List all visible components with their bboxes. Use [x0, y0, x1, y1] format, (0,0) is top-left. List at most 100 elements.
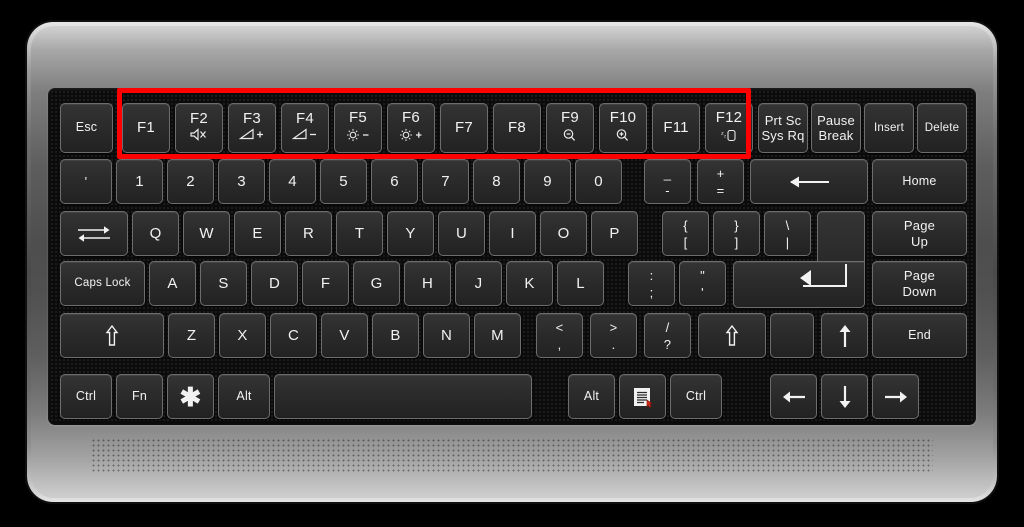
key-x[interactable]: X [219, 313, 266, 358]
key-h[interactable]: H [404, 261, 451, 306]
key-r[interactable]: R [285, 211, 332, 256]
key-1[interactable]: 1 [116, 159, 163, 204]
key-f5[interactable]: F5 [334, 103, 382, 153]
key-label-line1: Page [903, 218, 936, 234]
key-v[interactable]: V [321, 313, 368, 358]
key-fn[interactable]: Fn [116, 374, 163, 419]
key-f4[interactable]: F4 [281, 103, 329, 153]
key-shift-right[interactable] [698, 313, 766, 358]
star-key-icon[interactable]: ✱ [167, 374, 214, 419]
key-f1[interactable]: F1 [122, 103, 170, 153]
tab-icon [74, 223, 114, 245]
key-4[interactable]: 4 [269, 159, 316, 204]
key-f6[interactable]: F6 [387, 103, 435, 153]
key-k[interactable]: K [506, 261, 553, 306]
key-y[interactable]: Y [387, 211, 434, 256]
key-tab[interactable] [60, 211, 128, 256]
key-u[interactable]: U [438, 211, 485, 256]
key-context-menu[interactable] [619, 374, 666, 419]
key-e[interactable]: E [234, 211, 281, 256]
key-quote[interactable]: " ' [679, 261, 726, 306]
key-page-up[interactable]: Page Up [872, 211, 967, 256]
key-alt-left[interactable]: Alt [218, 374, 270, 419]
key-label: 0 [594, 172, 603, 190]
key-arrow-left[interactable] [770, 374, 817, 419]
key-label: M [491, 326, 504, 344]
arrow-down-icon [837, 384, 853, 410]
key-page-down[interactable]: Page Down [872, 261, 967, 306]
key-slash-question[interactable]: / ? [644, 313, 691, 358]
key-alt-right[interactable]: Alt [568, 374, 615, 419]
key-0[interactable]: 0 [575, 159, 622, 204]
key-i[interactable]: I [489, 211, 536, 256]
key-w[interactable]: W [183, 211, 230, 256]
key-8[interactable]: 8 [473, 159, 520, 204]
key-f7[interactable]: F7 [440, 103, 488, 153]
key-f[interactable]: F [302, 261, 349, 306]
key-t[interactable]: T [336, 211, 383, 256]
arrow-right-icon [883, 389, 909, 405]
key-p[interactable]: P [591, 211, 638, 256]
key-spacebar[interactable] [274, 374, 532, 419]
key-f3[interactable]: F3 [228, 103, 276, 153]
key-j[interactable]: J [455, 261, 502, 306]
key-ctrl-left[interactable]: Ctrl [60, 374, 112, 419]
key-delete[interactable]: Delete [917, 103, 967, 153]
key-comma[interactable]: < , [536, 313, 583, 358]
key-minus-underscore[interactable]: _ - [644, 159, 691, 204]
key-arrow-down[interactable] [821, 374, 868, 419]
key-f10[interactable]: F10 [599, 103, 647, 153]
key-label: 7 [441, 172, 450, 190]
key-f2[interactable]: F2 [175, 103, 223, 153]
key-l[interactable]: L [557, 261, 604, 306]
key-g[interactable]: G [353, 261, 400, 306]
key-label: Alt [236, 388, 252, 403]
key-s[interactable]: S [200, 261, 247, 306]
key-shift-left[interactable] [60, 313, 164, 358]
key-3[interactable]: 3 [218, 159, 265, 204]
key-semicolon-colon[interactable]: : ; [628, 261, 675, 306]
key-backspace[interactable] [750, 159, 868, 204]
key-f12[interactable]: F12 z z [705, 103, 753, 153]
key-equals-plus[interactable]: + = [697, 159, 744, 204]
key-insert[interactable]: Insert [864, 103, 914, 153]
key-f9[interactable]: F9 [546, 103, 594, 153]
key-6[interactable]: 6 [371, 159, 418, 204]
key-home[interactable]: Home [872, 159, 967, 204]
key-ctrl-right[interactable]: Ctrl [670, 374, 722, 419]
key-print-screen[interactable]: Prt Sc Sys Rq [758, 103, 808, 153]
key-label: J [474, 274, 483, 292]
key-esc[interactable]: Esc [60, 103, 113, 153]
key-label-line2: Sys Rq [761, 128, 805, 143]
key-label: F7 [455, 119, 473, 137]
key-c[interactable]: C [270, 313, 317, 358]
key-f8[interactable]: F8 [493, 103, 541, 153]
key-pause-break[interactable]: Pause Break [811, 103, 861, 153]
key-label: Fn [132, 388, 147, 403]
key-bracket-left[interactable]: { [ [662, 211, 709, 256]
key-caps-lock[interactable]: Caps Lock [60, 261, 145, 306]
key-n[interactable]: N [423, 313, 470, 358]
key-backslash-pipe[interactable]: \ | [764, 211, 811, 256]
key-d[interactable]: D [251, 261, 298, 306]
key-label: 8 [492, 172, 501, 190]
key-7[interactable]: 7 [422, 159, 469, 204]
key-period[interactable]: > . [590, 313, 637, 358]
key-arrow-right[interactable] [872, 374, 919, 419]
key-z[interactable]: Z [168, 313, 215, 358]
key-enter[interactable] [733, 261, 865, 308]
key-label: D [268, 274, 281, 292]
key-9[interactable]: 9 [524, 159, 571, 204]
key-m[interactable]: M [474, 313, 521, 358]
key-f11[interactable]: F11 [652, 103, 700, 153]
key-o[interactable]: O [540, 211, 587, 256]
key-a[interactable]: A [149, 261, 196, 306]
key-b[interactable]: B [372, 313, 419, 358]
key-5[interactable]: 5 [320, 159, 367, 204]
key-grave[interactable]: ' [60, 159, 112, 204]
key-2[interactable]: 2 [167, 159, 214, 204]
key-end[interactable]: End [872, 313, 967, 358]
key-arrow-up[interactable] [821, 313, 868, 358]
key-q[interactable]: Q [132, 211, 179, 256]
key-bracket-right[interactable]: } ] [713, 211, 760, 256]
